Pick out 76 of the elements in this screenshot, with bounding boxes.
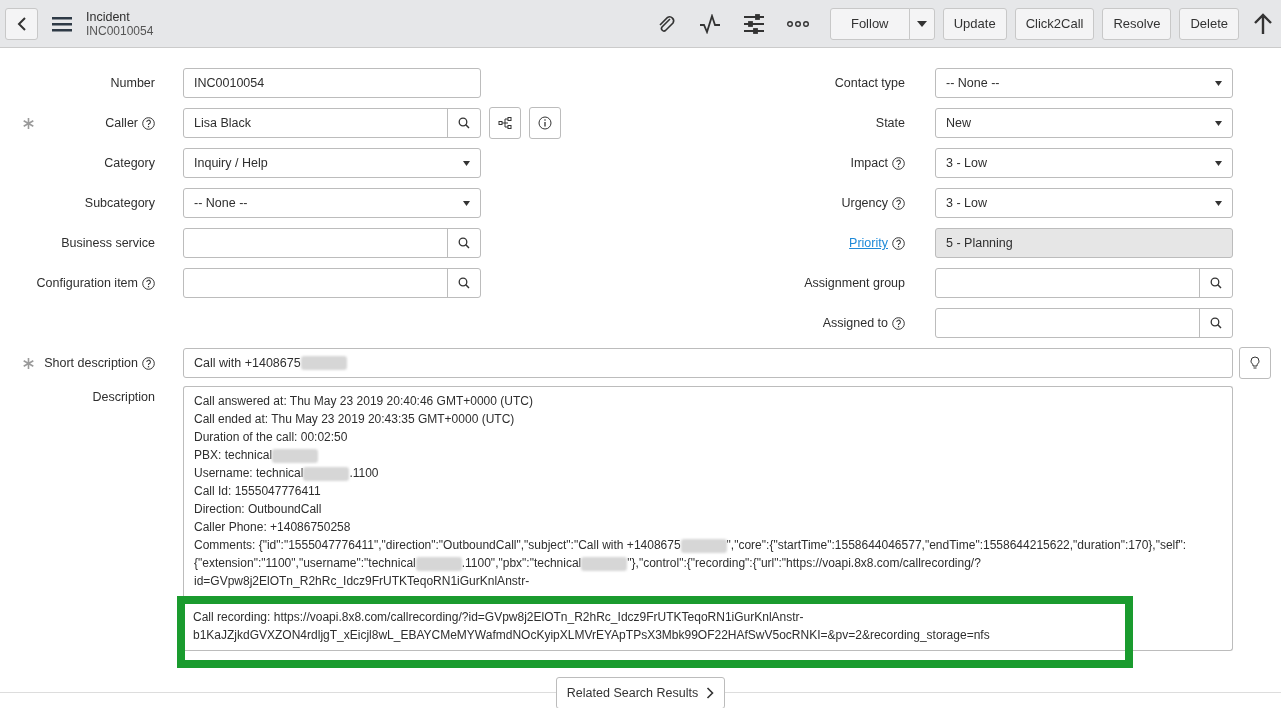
help-icon[interactable] <box>142 356 155 370</box>
hierarchy-button[interactable] <box>489 107 521 139</box>
help-icon[interactable] <box>892 156 905 170</box>
description-text: Username: technical .1100 <box>194 465 380 482</box>
lightbulb-icon <box>1250 356 1260 370</box>
related-results-tab[interactable]: Related Search Results <box>555 677 726 708</box>
caret-icon <box>916 20 927 27</box>
reference-field[interactable]: Lisa Black <box>183 108 481 138</box>
chevron-left-icon <box>16 15 27 32</box>
select-field[interactable]: 3 - Low <box>935 188 1233 218</box>
description-text: Call recording: https://voapi.8x8.com/callrecording/?id=GVpw8j2ElOTn_R2hRc_Idcz9FrUTKTeqoRN1iGurKnlAnstr-b1KaJZjkdGVXZON4rdljgT_xEicjl8wL_EBAYCMeMYWafmdNOcKyipXLMVrEYApTPsX3Mbk99OF22HAfSwV5ocRNKI=&pv=2&recording_storage=nfs <box>185 604 1125 651</box>
field-label: Short description <box>44 356 138 370</box>
field-label: Assignment group <box>804 276 905 290</box>
reference-field[interactable] <box>935 308 1233 338</box>
follow-button[interactable]: Follow <box>829 7 910 40</box>
description-text: Call ended at: Thu May 23 2019 20:43:35 GMT+0000 (UTC) <box>194 411 516 428</box>
field-label: Category <box>104 156 155 170</box>
caret-icon <box>1215 120 1222 126</box>
caret-icon <box>1215 200 1222 206</box>
field-label: Business service <box>61 236 155 250</box>
help-icon[interactable] <box>142 276 155 290</box>
dropdown-button[interactable] <box>908 7 935 40</box>
field-label: State <box>875 116 905 130</box>
sliders-icon[interactable] <box>742 13 765 34</box>
description-text: Comments: {"id":"1555047776411","direction":"OutboundCall","subject":"Call with +1408675 ","core":{"startTime":1558644046577,"endTime":1558644215622,"duration":170},"self":{"extension":"1100","username":"technical .1100","pbx":"technical "},"control":{"recording":{"url":"https://voapi.8x8.com/callrecording/?id=GVpw8j2ElOTn_R2hRc_Idcz9FrUTKTeqoRN1iGurKnlAnstr- <box>194 537 1188 590</box>
back-button[interactable] <box>5 7 38 40</box>
activity-icon[interactable] <box>698 13 721 34</box>
reference-field[interactable] <box>183 268 481 298</box>
field-label: Number <box>110 76 155 90</box>
toolbar-button[interactable]: Click2Call <box>1014 7 1095 40</box>
description-text: Caller Phone: +14086750258 <box>194 519 352 536</box>
text-field[interactable]: INC0010054 <box>183 68 481 98</box>
info-button[interactable] <box>529 107 561 139</box>
help-icon[interactable] <box>142 116 155 130</box>
select-field[interactable]: Inquiry / Help <box>183 148 481 178</box>
hierarchy-icon <box>498 117 512 129</box>
reference-field[interactable] <box>183 228 481 258</box>
field-label: Urgency <box>841 196 888 210</box>
caret-icon <box>463 160 470 166</box>
up-arrow-icon[interactable] <box>1253 12 1273 35</box>
caret-icon <box>1215 80 1222 86</box>
description-text: Call answered at: Thu May 23 2019 20:40:46 GMT+0000 (UTC) <box>194 393 534 410</box>
field-label: Caller <box>105 116 138 130</box>
short-description-field[interactable]: Call with +1408675 <box>183 348 1233 378</box>
help-icon[interactable] <box>892 236 905 250</box>
field-label: Contact type <box>834 76 905 90</box>
info-icon <box>538 116 552 130</box>
field-label: Subcategory <box>84 196 155 210</box>
reference-field[interactable] <box>935 268 1233 298</box>
field-label-link[interactable]: Priority <box>849 236 888 250</box>
more-icon[interactable] <box>786 19 809 28</box>
lightbulb-button[interactable] <box>1239 347 1271 379</box>
help-icon[interactable] <box>892 316 905 330</box>
menu-icon[interactable] <box>52 15 72 32</box>
description-text: Call Id: 1555047776411 <box>194 483 322 500</box>
chevron-right-icon <box>706 687 715 699</box>
toolbar-button[interactable]: Update <box>942 7 1007 40</box>
select-field[interactable]: 3 - Low <box>935 148 1233 178</box>
field-label: Description <box>92 390 155 404</box>
toolbar-button[interactable]: Resolve <box>1102 7 1172 40</box>
toolbar-button[interactable]: Delete <box>1179 7 1239 40</box>
description-text: Duration of the call: 00:02:50 <box>194 429 349 446</box>
select-field[interactable]: -- None -- <box>935 68 1233 98</box>
field-label: Impact <box>850 156 888 170</box>
caret-icon <box>463 200 470 206</box>
description-text: PBX: technical <box>194 446 1222 464</box>
select-field[interactable]: New <box>935 108 1233 138</box>
field-label: Assigned to <box>822 316 888 330</box>
caret-icon <box>1215 160 1222 166</box>
field-label: Configuration item <box>36 276 138 290</box>
description-text: Direction: OutboundCall <box>194 501 323 518</box>
readonly-field: 5 - Planning <box>935 228 1233 258</box>
record-number: INC0010054 <box>86 23 154 38</box>
help-icon[interactable] <box>892 196 905 210</box>
select-field[interactable]: -- None -- <box>183 188 481 218</box>
record-type-title: Incident <box>86 9 131 24</box>
